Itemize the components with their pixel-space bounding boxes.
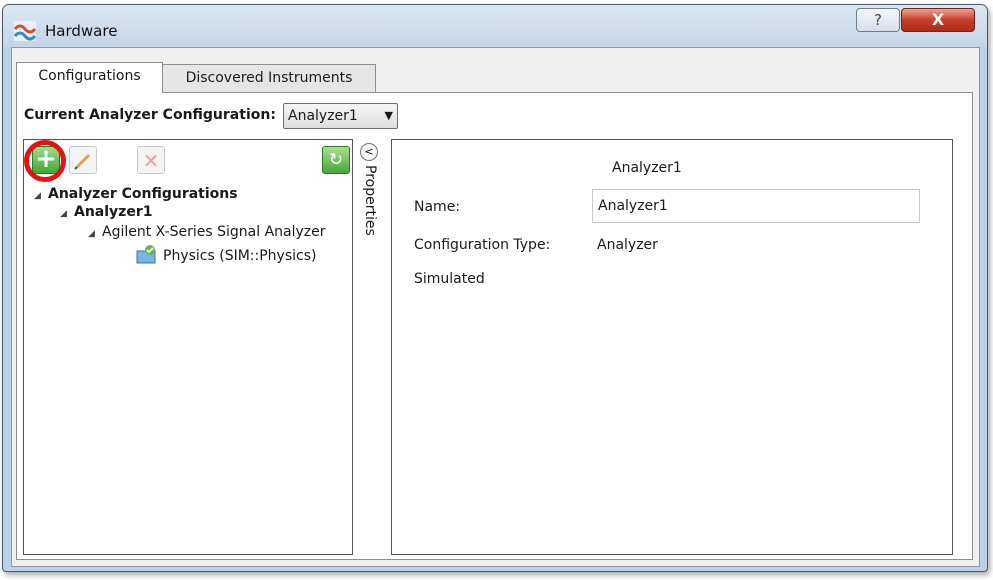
- name-label: Name:: [414, 199, 461, 215]
- dropdown-value: Analyzer1: [288, 108, 358, 124]
- refresh-button[interactable]: ↻: [322, 146, 350, 174]
- window-title: Hardware: [45, 22, 118, 40]
- dropdown-arrow-icon[interactable]: ▼: [385, 104, 393, 128]
- config-type-value: Analyzer: [597, 237, 658, 253]
- config-tree-panel: + × ↻ ◢ Analyzer Configurations ◢ Analyzer…: [23, 139, 353, 555]
- config-type-label: Configuration Type:: [414, 237, 551, 253]
- simulated-label: Simulated: [414, 271, 485, 287]
- app-waves-icon: [13, 21, 37, 41]
- configurations-panel: Current Analyzer Configuration: Analyzer…: [16, 92, 973, 560]
- expand-triangle-icon[interactable]: ◢: [34, 191, 48, 201]
- simulator-icon: [136, 245, 156, 264]
- add-config-button[interactable]: +: [32, 146, 60, 174]
- tree-node-analyzer1[interactable]: ◢ Analyzer1: [60, 204, 152, 220]
- help-button[interactable]: ?: [856, 8, 900, 32]
- analyzer-config-dropdown[interactable]: Analyzer1 ▼: [283, 103, 398, 129]
- properties-vertical-label[interactable]: Properties: [358, 165, 378, 245]
- client-area: Configurations Discovered Instruments Cu…: [11, 47, 980, 567]
- current-config-label: Current Analyzer Configuration:: [24, 107, 276, 123]
- edit-config-button[interactable]: [69, 146, 97, 174]
- tab-discovered-instruments[interactable]: Discovered Instruments: [162, 64, 376, 92]
- name-input[interactable]: [592, 189, 920, 223]
- tab-configurations[interactable]: Configurations: [16, 62, 163, 93]
- title-bar[interactable]: Hardware ? X: [3, 5, 987, 47]
- tree-node-root[interactable]: ◢ Analyzer Configurations: [34, 186, 238, 202]
- properties-panel: Analyzer1 Name: Configuration Type: Anal…: [391, 139, 953, 555]
- close-button[interactable]: X: [901, 8, 975, 32]
- properties-header: Analyzer1: [612, 160, 682, 176]
- tree-node-instrument[interactable]: ◢ Agilent X-Series Signal Analyzer: [88, 224, 326, 240]
- expand-triangle-icon[interactable]: ◢: [60, 209, 74, 219]
- tree-node-sim[interactable]: Physics (SIM::Physics): [136, 244, 316, 264]
- expand-triangle-icon[interactable]: ◢: [88, 229, 102, 239]
- delete-config-button[interactable]: ×: [137, 146, 165, 174]
- hardware-window: Hardware ? X Configurations Discovered I…: [2, 4, 988, 572]
- collapse-properties-button[interactable]: <: [360, 143, 378, 161]
- pencil-icon: [74, 153, 91, 170]
